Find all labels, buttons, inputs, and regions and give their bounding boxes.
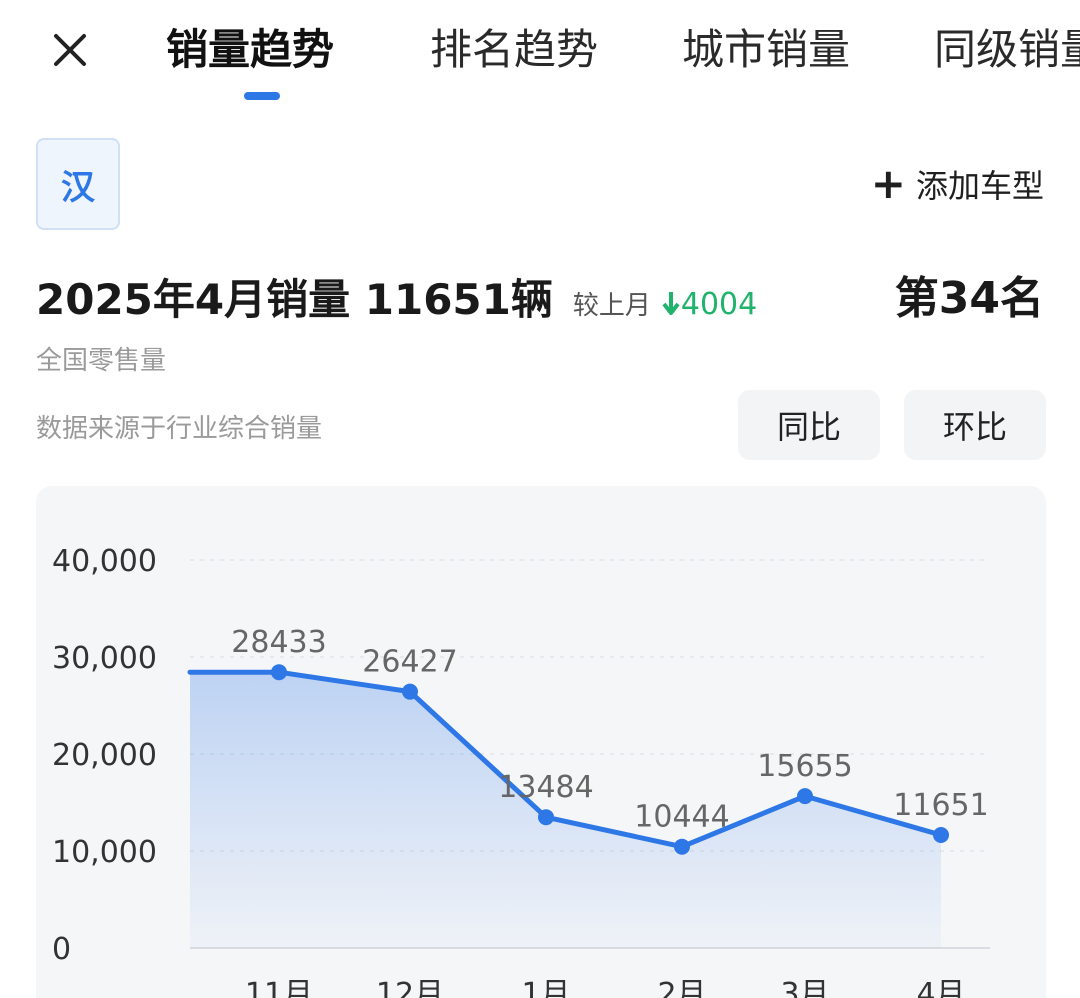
data-point[interactable] <box>674 838 690 855</box>
y-tick-label: 10,000 <box>52 835 157 870</box>
x-tick-label: 1月 <box>521 977 570 998</box>
data-label: 13484 <box>498 770 593 805</box>
data-label: 28433 <box>231 625 326 660</box>
data-point[interactable] <box>271 664 287 681</box>
data-point[interactable] <box>797 788 813 805</box>
data-point[interactable] <box>402 683 418 700</box>
x-tick-label: 2月 <box>657 977 706 998</box>
y-tick-label: 20,000 <box>52 738 157 773</box>
x-tick-label: 11月 <box>245 977 313 998</box>
x-tick-label: 3月 <box>780 977 829 998</box>
data-label: 10444 <box>634 800 729 835</box>
data-label: 15655 <box>757 749 852 784</box>
data-label: 11651 <box>893 788 988 823</box>
data-point[interactable] <box>538 809 554 826</box>
x-tick-label: 4月 <box>916 977 965 998</box>
y-tick-label: 30,000 <box>52 641 157 676</box>
sales-trend-chart: 28433 26427 13484 10444 15655 11651 0 10,000 20… <box>52 544 990 998</box>
series-area <box>190 672 941 948</box>
y-tick-label: 0 <box>52 932 71 967</box>
data-label: 26427 <box>362 645 457 680</box>
y-tick-label: 40,000 <box>52 544 157 579</box>
data-point[interactable] <box>933 826 949 843</box>
x-tick-label: 12月 <box>376 977 444 998</box>
